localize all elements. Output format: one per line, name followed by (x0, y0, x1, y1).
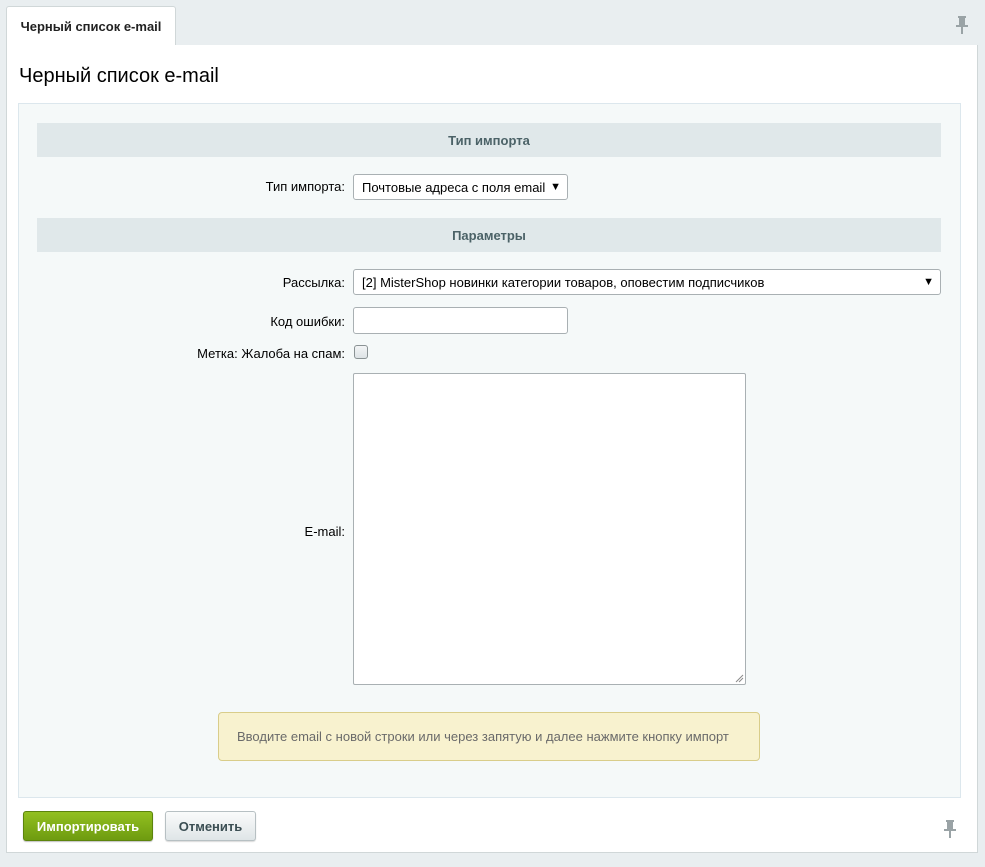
mailing-label: Рассылка: (282, 275, 345, 290)
import-button[interactable]: Импортировать (23, 811, 153, 841)
pin-icon[interactable] (956, 16, 968, 34)
page-title: Черный список e-mail (19, 65, 219, 87)
spam-flag-label: Метка: Жалоба на спам: (197, 346, 345, 361)
mailing-value: [2] MisterShop новинки категории товаров… (362, 274, 765, 290)
dropdown-arrow-icon: ▼ (923, 275, 934, 288)
email-textarea[interactable] (353, 373, 746, 685)
cancel-button[interactable]: Отменить (165, 811, 256, 841)
section-header-parameters: Параметры (37, 218, 941, 252)
import-type-select[interactable]: Почтовые адреса с поля email ▼ (353, 174, 568, 200)
spam-flag-checkbox[interactable] (354, 345, 368, 359)
mailing-select[interactable]: [2] MisterShop новинки категории товаров… (353, 269, 941, 295)
error-code-input[interactable] (353, 307, 568, 334)
tab-blacklist-email[interactable]: Черный список e-mail (6, 6, 176, 46)
dropdown-arrow-icon: ▼ (550, 180, 561, 193)
hint-message: Вводите email с новой строки или через з… (218, 712, 760, 761)
import-type-label: Тип импорта: (265, 179, 345, 194)
error-code-label: Код ошибки: (270, 314, 345, 329)
pin-icon[interactable] (944, 820, 956, 838)
email-label: E-mail: (304, 524, 345, 539)
section-header-import-type: Тип импорта (37, 123, 941, 157)
tab-bar: Черный список e-mail (0, 0, 985, 46)
resize-grip-icon[interactable] (735, 674, 744, 683)
import-type-value: Почтовые адреса с поля email (362, 179, 546, 195)
